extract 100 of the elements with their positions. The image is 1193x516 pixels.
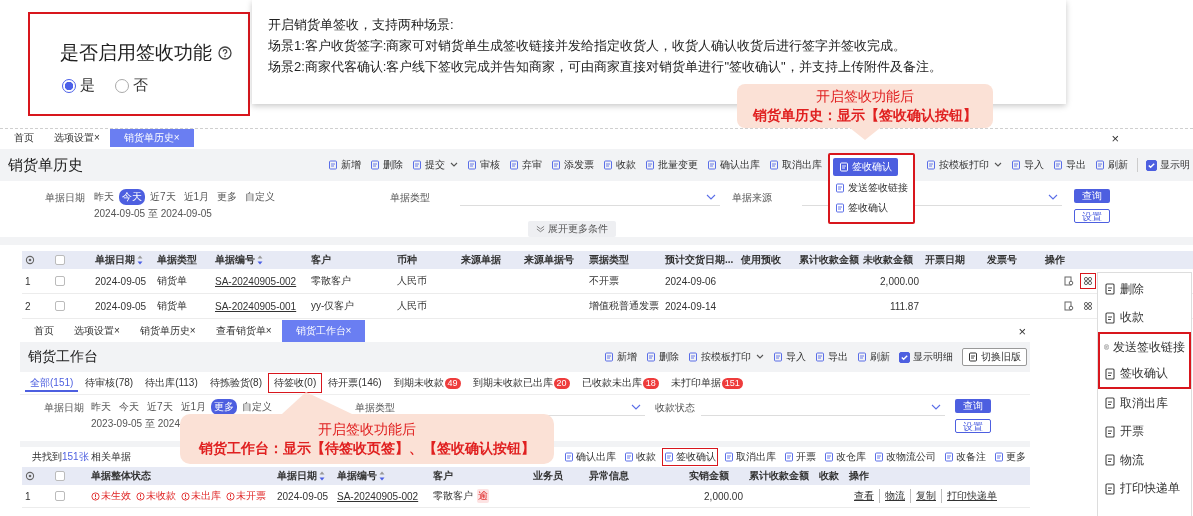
help-icon[interactable] — [218, 46, 232, 60]
toolbar-button[interactable]: 提交 — [412, 156, 458, 174]
menu-item[interactable]: 签收确认 — [1098, 360, 1191, 389]
date-chip[interactable]: 更多 — [211, 399, 238, 415]
toolbar-button[interactable]: 收款 — [603, 156, 636, 174]
radio-option[interactable]: 是 — [62, 76, 95, 95]
date-chip[interactable]: 更多 — [214, 189, 241, 205]
toolbar-button[interactable]: 删除 — [370, 156, 403, 174]
action-button[interactable]: 改仓库 — [822, 448, 868, 466]
page-tab[interactable]: 销货单历史× — [129, 320, 206, 342]
toolbar-button[interactable]: 确认出库 — [707, 156, 760, 174]
date-chip[interactable]: 近7天 — [147, 189, 179, 205]
filter-button[interactable]: 设置 — [1074, 209, 1110, 223]
document-link[interactable]: SA-20240905-002 — [337, 490, 419, 502]
date-chip[interactable]: 近1月 — [180, 189, 213, 205]
toolbar-button[interactable]: 刷新 — [1095, 156, 1128, 174]
action-button[interactable]: 改备注 — [942, 448, 988, 466]
page-tab[interactable]: 首页 — [4, 129, 44, 147]
action-button[interactable]: 签收确认 — [662, 448, 718, 466]
toolbar-button[interactable]: 切换旧版 — [962, 348, 1027, 366]
row-checkbox[interactable] — [55, 491, 65, 501]
action-button[interactable]: 确认出库 — [562, 448, 618, 466]
row-link[interactable]: 查看 — [849, 489, 879, 503]
document-link[interactable]: SA-20240905-002 — [215, 275, 297, 287]
view-icon[interactable] — [1064, 276, 1074, 286]
row-checkbox[interactable] — [55, 276, 65, 286]
toolbar-button[interactable]: 导出 — [815, 348, 848, 366]
status-tab[interactable]: 待签收(0) — [268, 373, 323, 393]
filter-button[interactable]: 查询 — [1074, 189, 1110, 203]
row-link[interactable]: 复制 — [910, 489, 941, 503]
document-link[interactable]: SA-20240905-001 — [215, 300, 297, 312]
menu-item[interactable]: 取消出库 — [1098, 389, 1191, 418]
view-icon[interactable] — [1064, 301, 1074, 311]
settings-icon[interactable] — [25, 471, 35, 481]
menu-item[interactable]: 收款 — [1098, 303, 1191, 332]
date-chip[interactable]: 今天 — [116, 399, 142, 415]
date-chip[interactable]: 近7天 — [144, 399, 176, 415]
status-tab[interactable]: 已收款未出库 18 — [575, 373, 665, 393]
radio-option[interactable]: 否 — [115, 76, 148, 95]
page-tab[interactable]: 首页 — [24, 320, 64, 342]
select-all-checkbox[interactable] — [55, 471, 65, 481]
filter-button[interactable]: 查询 — [955, 399, 991, 413]
date-chip[interactable]: 近1月 — [177, 399, 210, 415]
expand-button[interactable]: 展开更多条件 — [528, 221, 616, 237]
status-tab[interactable]: 待拣验货(8) — [203, 373, 268, 393]
toolbar-button[interactable]: 取消出库 — [769, 156, 822, 174]
status-tab[interactable]: 全部(151) — [24, 373, 80, 393]
action-button[interactable]: 收款 — [622, 448, 658, 466]
date-chip[interactable]: 自定义 — [239, 399, 276, 415]
menu-item[interactable]: 打印快递单 — [1098, 474, 1191, 503]
status-tab[interactable]: 待出库(113) — [139, 373, 204, 393]
date-chip[interactable]: 昨天 — [88, 399, 114, 415]
toolbar-button[interactable]: 新增 — [604, 348, 637, 366]
action-button[interactable]: 改物流公司 — [872, 448, 938, 466]
close-button[interactable]: × — [1018, 323, 1026, 339]
menu-item[interactable]: 物流 — [1098, 446, 1191, 475]
menu-item[interactable]: 删除 — [1098, 275, 1191, 304]
toolbar-button[interactable]: 弃审 — [509, 156, 542, 174]
row-link[interactable]: 打印快递单 — [941, 489, 1002, 503]
filter-button[interactable]: 设置 — [955, 419, 991, 433]
page-tab[interactable]: 销货工作台× — [281, 320, 366, 342]
page-tab[interactable]: 销货单历史× — [109, 129, 194, 147]
toolbar-button[interactable]: 新增 — [328, 156, 361, 174]
close-button[interactable]: × — [1111, 130, 1119, 146]
sort-icon[interactable] — [137, 255, 143, 265]
details-checkbox[interactable]: 显示明 — [1137, 158, 1190, 172]
toolbar-button[interactable]: 删除 — [646, 348, 679, 366]
toolbar-button[interactable]: 按模板打印 — [926, 156, 1002, 174]
status-tab[interactable]: 未打印单据 151 — [664, 373, 749, 393]
details-checkbox[interactable]: 显示明细 — [899, 350, 953, 364]
toolbar-button[interactable]: 按模板打印 — [688, 348, 764, 366]
page-tab[interactable]: 选项设置× — [44, 129, 110, 147]
action-button[interactable]: 开票 — [782, 448, 818, 466]
menu-item[interactable]: 发送签收链接 — [833, 180, 910, 196]
page-tab[interactable]: 选项设置× — [64, 320, 130, 342]
page-tab[interactable]: 查看销货单× — [205, 320, 282, 342]
toolbar-button[interactable]: 审核 — [467, 156, 500, 174]
date-chip[interactable]: 昨天 — [91, 189, 117, 205]
action-button[interactable]: 更多 — [992, 448, 1028, 466]
date-chip[interactable]: 今天 — [119, 189, 145, 205]
sort-icon[interactable] — [257, 255, 263, 265]
toolbar-button[interactable]: 批量变更 — [645, 156, 698, 174]
toolbar-button[interactable]: 签收确认 — [833, 158, 898, 176]
toolbar-button[interactable]: 导入 — [773, 348, 806, 366]
menu-item[interactable]: 开票 — [1098, 417, 1191, 446]
row-checkbox[interactable] — [55, 301, 65, 311]
toolbar-button[interactable]: 导出 — [1053, 156, 1086, 174]
menu-item[interactable]: 签收确认 — [833, 200, 890, 216]
status-tab[interactable]: 待开票(146) — [322, 373, 388, 393]
toolbar-button[interactable]: 导入 — [1011, 156, 1044, 174]
toolbar-button[interactable]: 添发票 — [551, 156, 594, 174]
sort-icon[interactable] — [319, 471, 325, 481]
settings-icon[interactable] — [25, 255, 35, 265]
menu-item[interactable]: 发送签收链接 — [1098, 332, 1191, 361]
toolbar-button[interactable]: 刷新 — [857, 348, 890, 366]
sort-icon[interactable] — [379, 471, 385, 481]
status-tab[interactable]: 待审核(78) — [79, 373, 140, 393]
status-tab[interactable]: 到期未收款 49 — [387, 373, 467, 393]
date-chip[interactable]: 自定义 — [242, 189, 279, 205]
more-button[interactable] — [1080, 273, 1096, 289]
